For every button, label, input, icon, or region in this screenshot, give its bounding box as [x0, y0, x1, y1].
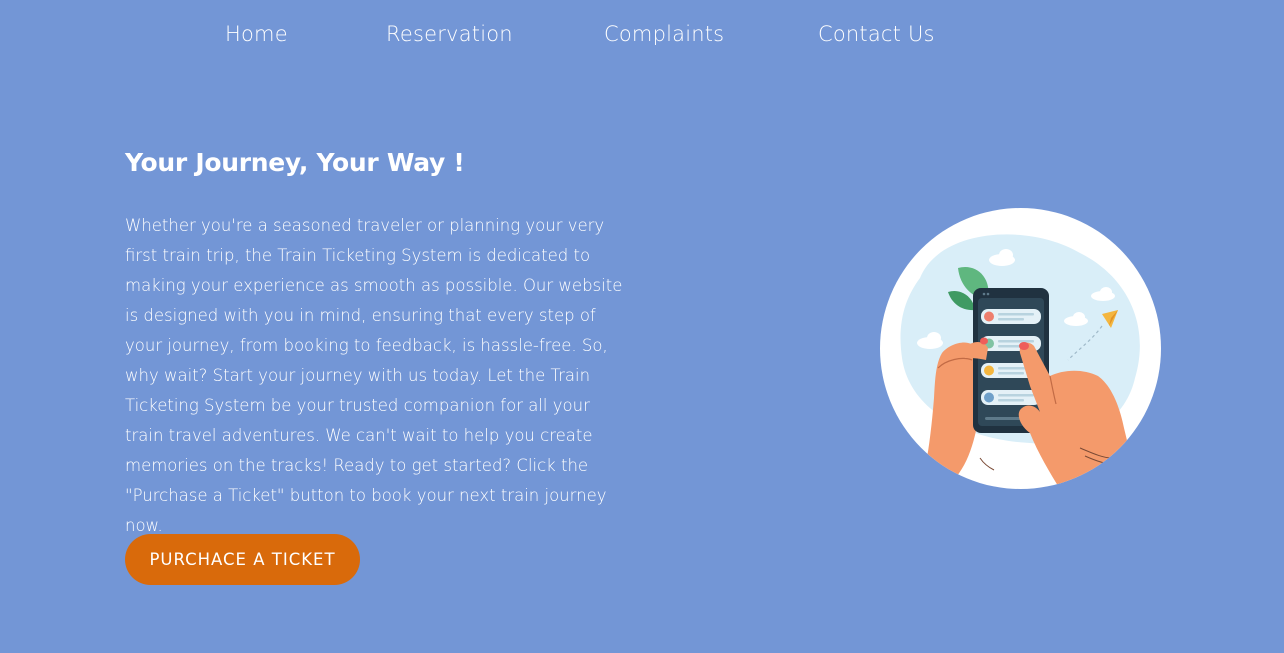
hero-title: Your Journey, Your Way !: [125, 148, 465, 177]
nav-complaints-link[interactable]: Complaints: [604, 22, 724, 46]
nav-home-link[interactable]: Home: [225, 22, 288, 46]
phone-booking-icon: [880, 208, 1161, 489]
hero-description: Whether you're a seasoned traveler or pl…: [125, 216, 623, 535]
phone-booking-illustration: [880, 208, 1161, 489]
top-nav: Home Reservation Complaints Contact Us: [0, 22, 1284, 52]
nav-contact-us-link[interactable]: Contact Us: [818, 22, 935, 46]
nav-reservation-link[interactable]: Reservation: [386, 22, 513, 46]
purchase-ticket-button[interactable]: PURCHACE A TICKET: [125, 534, 360, 585]
